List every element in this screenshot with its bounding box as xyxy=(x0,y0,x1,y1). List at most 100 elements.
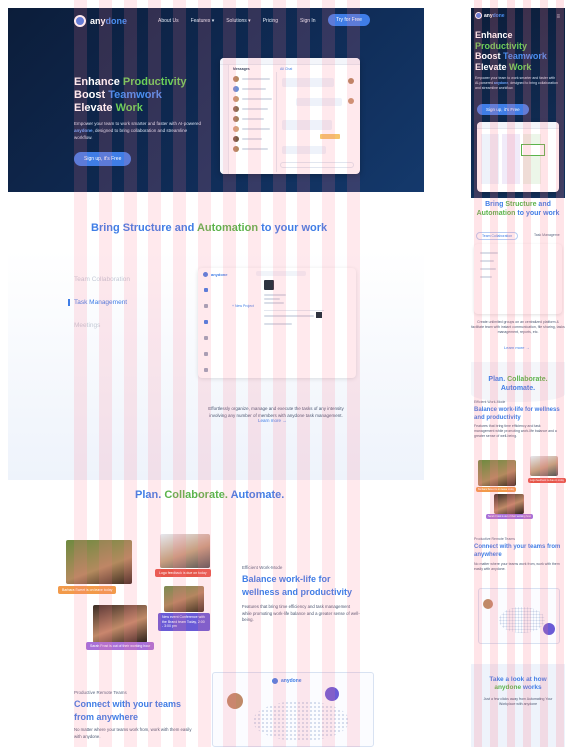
remote-map-illustration: any done xyxy=(212,672,374,747)
avatar xyxy=(233,126,239,132)
new-project-button[interactable]: + New Project xyxy=(232,304,254,308)
chat-row xyxy=(242,118,264,120)
mobile-hero-subtitle: Empower your team to work smarter and fa… xyxy=(475,76,559,91)
hero-sub-a: Empower your team to work smarter and fa… xyxy=(74,121,202,126)
nav-features[interactable]: Features ▾ xyxy=(191,18,215,24)
folder-icon[interactable] xyxy=(204,368,208,372)
try-free-button[interactable]: Try for Free xyxy=(328,14,370,26)
remote-heading: Connect with your teams from anywhere xyxy=(74,699,182,722)
tab-meetings[interactable]: Meetings xyxy=(74,322,130,329)
nav-solutions[interactable]: Solutions ▾ xyxy=(226,18,250,24)
mobile-logo[interactable]: any done xyxy=(475,12,505,19)
efficient-heading: Balance work-life for wellness and produ… xyxy=(242,574,353,597)
calendar-icon[interactable] xyxy=(204,352,208,356)
chat-icon[interactable] xyxy=(204,320,208,324)
map-logo: any done xyxy=(271,677,302,685)
message-input[interactable] xyxy=(280,162,354,168)
brand-suffix: done xyxy=(105,16,128,26)
main-nav: About Us Features ▾ Solutions ▾ Pricing xyxy=(158,18,278,24)
nav-about[interactable]: About Us xyxy=(158,18,179,24)
m-plan-a: Plan. xyxy=(488,376,508,383)
hero-title-3b: Work xyxy=(115,102,143,114)
structure-title-a: Bring xyxy=(91,222,123,234)
tab-task-management[interactable]: Task Management xyxy=(68,299,130,306)
world-map xyxy=(499,607,545,633)
m-title-4b: Work xyxy=(509,61,532,72)
m-sub-brand: anydone xyxy=(493,81,509,85)
mobile-tab-task[interactable]: Task Manageme xyxy=(534,233,560,237)
mockup-column xyxy=(523,134,541,184)
mockup-logo: any done xyxy=(202,271,227,278)
map-brand-b: done xyxy=(289,678,302,684)
m-bring-d: Automation xyxy=(476,210,516,217)
mobile-learn-more[interactable]: Learn more → xyxy=(504,345,530,350)
m-title-2: Productivity xyxy=(475,40,528,51)
structure-title-e: to your work xyxy=(258,222,328,234)
task-row xyxy=(264,323,292,325)
m-bring-a: Bring xyxy=(485,201,506,208)
avatar xyxy=(325,687,339,701)
feature-description: Effortlessly organize, manage and execut… xyxy=(208,406,344,418)
tab-team-collaboration[interactable]: Team Collaboration xyxy=(74,276,130,283)
brand-logo[interactable]: anydone xyxy=(74,15,127,27)
structure-title-b: Structure xyxy=(122,222,172,234)
chat-app-mockup: Messages All Chat xyxy=(220,58,360,174)
list-icon[interactable] xyxy=(204,336,208,340)
house-icon[interactable] xyxy=(204,304,208,308)
chat-row xyxy=(242,98,272,100)
sign-in-link[interactable]: Sign In xyxy=(300,18,316,24)
feedback-notice: Logo feedback is due on today xyxy=(155,569,211,577)
chat-bubble xyxy=(282,78,334,87)
mobile-remote-label: Productive Remote Teams xyxy=(474,537,515,541)
chat-bubble xyxy=(282,120,332,130)
home-icon[interactable] xyxy=(204,288,208,292)
m-look-b: anydone xyxy=(494,684,522,691)
nav-pricing[interactable]: Pricing xyxy=(263,18,278,24)
avatar xyxy=(233,106,239,112)
avatar xyxy=(543,623,555,635)
avatar xyxy=(233,136,239,142)
task-badge xyxy=(316,312,322,318)
m-look-a: Take a look at how xyxy=(489,676,547,683)
mobile-hero-title: Enhance Productivity Boost Teamwork Elev… xyxy=(475,30,547,72)
working-hour-notice: Sarah Frost is out of their working hour xyxy=(86,642,155,650)
event-notice: New event Conference with the Brand team… xyxy=(158,613,210,631)
leave-notice: Barbara Sweet is on leave today xyxy=(58,586,117,594)
team-photo-man xyxy=(160,534,210,568)
mobile-map xyxy=(478,588,560,644)
mockup-line xyxy=(480,260,494,262)
chat-row xyxy=(242,128,270,130)
mockup-topbar xyxy=(477,122,559,129)
hero-signup-button[interactable]: Sign up, it's Free xyxy=(74,152,132,166)
mockup-search[interactable] xyxy=(256,271,306,276)
hero-sub-brand: anydone xyxy=(74,128,93,133)
structure-title: Bring Structure and Automation to your w… xyxy=(91,222,327,234)
hero-title-1b: Productivity xyxy=(122,76,187,88)
project-line xyxy=(264,298,280,300)
logo-icon xyxy=(74,15,86,27)
mobile-look-title: Take a look at how anydone works xyxy=(471,676,565,692)
chat-row xyxy=(242,148,268,150)
map-brand-a: any xyxy=(281,678,290,684)
avatar xyxy=(348,98,354,104)
mockup-line xyxy=(480,252,498,254)
feature-tabs: Team Collaboration Task Management Meeti… xyxy=(68,276,130,345)
mobile-photo-2 xyxy=(530,456,558,476)
chat-bubble xyxy=(296,98,342,106)
mobile-feedback-notice: Logo feedback is due on today xyxy=(528,478,567,483)
hero-subtitle: Empower your team to work smarter and fa… xyxy=(74,120,204,141)
mobile-app-mockup xyxy=(477,122,559,192)
mobile-look-text: Just a few clicks away from Automating Y… xyxy=(483,697,553,706)
plan-title-c: Automate. xyxy=(230,489,285,501)
mobile-signup-button[interactable]: Sign up, it's Free xyxy=(477,104,529,115)
hero-title: Enhance Productivity Boost Teamwork Elev… xyxy=(74,76,186,115)
mobile-tab-team[interactable]: Team Collaboration xyxy=(476,232,519,240)
learn-more-link[interactable]: Learn more → xyxy=(258,418,287,423)
m-bring-c: and xyxy=(536,201,551,208)
team-photo-woman xyxy=(66,540,132,584)
page: anydone About Us Features ▾ Solutions ▾ … xyxy=(0,0,575,747)
plan-title: Plan. Collaborate. Automate. xyxy=(135,489,284,501)
structure-title-c: and xyxy=(171,222,197,234)
hero-title-3a: Elevate xyxy=(74,102,116,114)
hamburger-icon[interactable]: ≡ xyxy=(556,14,560,20)
